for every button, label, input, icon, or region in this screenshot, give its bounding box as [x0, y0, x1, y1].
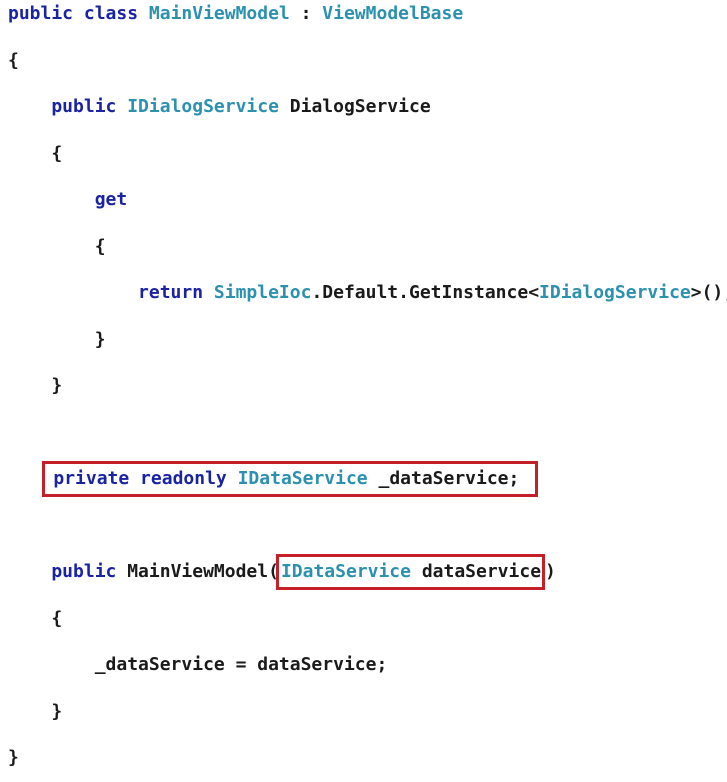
keyword-token: public — [8, 561, 128, 582]
code-token: { — [8, 235, 106, 257]
code-token: DialogService — [278, 96, 431, 117]
code-line: { — [8, 38, 723, 85]
keyword-token: public class — [8, 3, 149, 24]
code-token: : — [289, 3, 323, 24]
code-line: } — [8, 317, 723, 364]
highlight-box-field: private readonly IDataService _dataServi… — [42, 461, 539, 497]
keyword-token: public — [8, 96, 128, 117]
code-token: } — [8, 700, 63, 722]
type-token: SimpleIoc — [213, 282, 312, 303]
type-token: MainViewModel — [148, 3, 290, 24]
code-token: ) — [545, 561, 556, 582]
code-token: } — [8, 747, 19, 768]
code-line: { — [8, 596, 723, 643]
code-token: .Default.GetInstance< — [311, 282, 540, 303]
code-line: { — [8, 131, 723, 178]
code-token: { — [8, 49, 19, 71]
code-token: } — [8, 375, 63, 396]
code-line: public MainViewModel(IDataService dataSe… — [8, 549, 723, 596]
keyword-token: return — [8, 282, 214, 303]
code-line: } — [8, 689, 723, 736]
code-line: _dataService = dataService; — [8, 642, 723, 689]
code-token: dataService — [410, 561, 542, 582]
type-token: ViewModelBase — [322, 3, 464, 24]
highlight-box-parameter: IDataService dataService — [275, 554, 546, 590]
code-token: } — [8, 328, 106, 350]
code-line: public class MainViewModel : ViewModelBa… — [8, 0, 723, 38]
code-token: { — [8, 607, 63, 629]
code-line: { — [8, 224, 723, 271]
code-token: { — [8, 142, 63, 164]
code-line: get — [8, 177, 723, 224]
code-line: return SimpleIoc.Default.GetInstance<IDi… — [8, 270, 727, 317]
code-token: >(); — [690, 282, 727, 303]
code-token: MainViewModel( — [127, 561, 279, 582]
code-editor: public class MainViewModel : ViewModelBa… — [8, 0, 727, 782]
code-token: _dataService = dataService; — [8, 654, 388, 675]
type-token: IDataService — [237, 468, 368, 489]
type-token: IDataService — [280, 561, 411, 582]
type-token: IDialogService — [539, 282, 691, 303]
code-line: } — [8, 735, 723, 782]
code-line: public IDialogService DialogService — [8, 84, 723, 131]
keyword-token: private readonly — [53, 468, 238, 489]
code-line: private readonly IDataService _dataServi… — [8, 456, 723, 503]
keyword-token: get — [8, 189, 128, 210]
code-token: _dataService; — [367, 468, 520, 489]
type-token: IDialogService — [127, 96, 279, 117]
